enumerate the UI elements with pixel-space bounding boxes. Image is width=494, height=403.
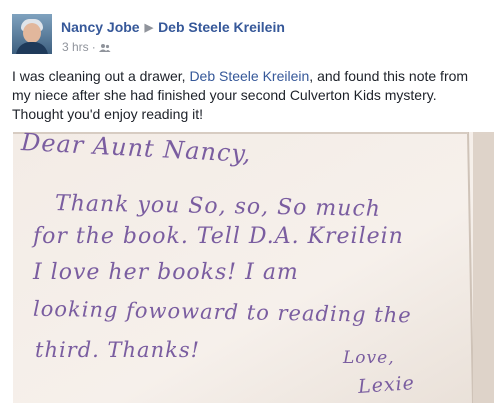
triangle-right-icon: ▶	[144, 22, 154, 34]
note-line: looking fowoward to reading the	[32, 296, 412, 328]
post-header: Nancy Jobe ▶ Deb Steele Kreilein	[61, 19, 285, 35]
handwritten-note: Dear Aunt Nancy, Thank you So, so, So mu…	[13, 132, 494, 403]
meta-separator: ·	[91, 40, 96, 54]
note-line: I love her books! I am	[33, 260, 299, 285]
note-line: Dear Aunt Nancy,	[20, 132, 253, 169]
friends-icon[interactable]	[98, 42, 111, 56]
note-line: Lexie	[357, 372, 416, 398]
post-photo[interactable]: Dear Aunt Nancy, Thank you So, so, So mu…	[13, 132, 494, 403]
facebook-post: Nancy Jobe ▶ Deb Steele Kreilein 3 hrs · I …	[0, 0, 494, 403]
target-name-link[interactable]: Deb Steele Kreilein	[158, 19, 285, 35]
timestamp-link[interactable]: 3 hrs	[62, 40, 89, 54]
note-line: for the book. Tell D.A. Kreilein	[33, 224, 404, 249]
post-meta: 3 hrs ·	[62, 40, 111, 56]
mention-link[interactable]: Deb Steele Kreilein	[189, 68, 309, 84]
note-line: third. Thanks!	[35, 338, 201, 362]
post-text-start: I was cleaning out a drawer,	[12, 68, 190, 84]
author-avatar[interactable]	[12, 14, 52, 54]
post-text: I was cleaning out a drawer, Deb Steele …	[12, 67, 484, 124]
author-name-link[interactable]: Nancy Jobe	[61, 19, 140, 35]
note-line: Thank you So, so, So much	[54, 191, 382, 222]
note-line: Love,	[343, 348, 395, 368]
